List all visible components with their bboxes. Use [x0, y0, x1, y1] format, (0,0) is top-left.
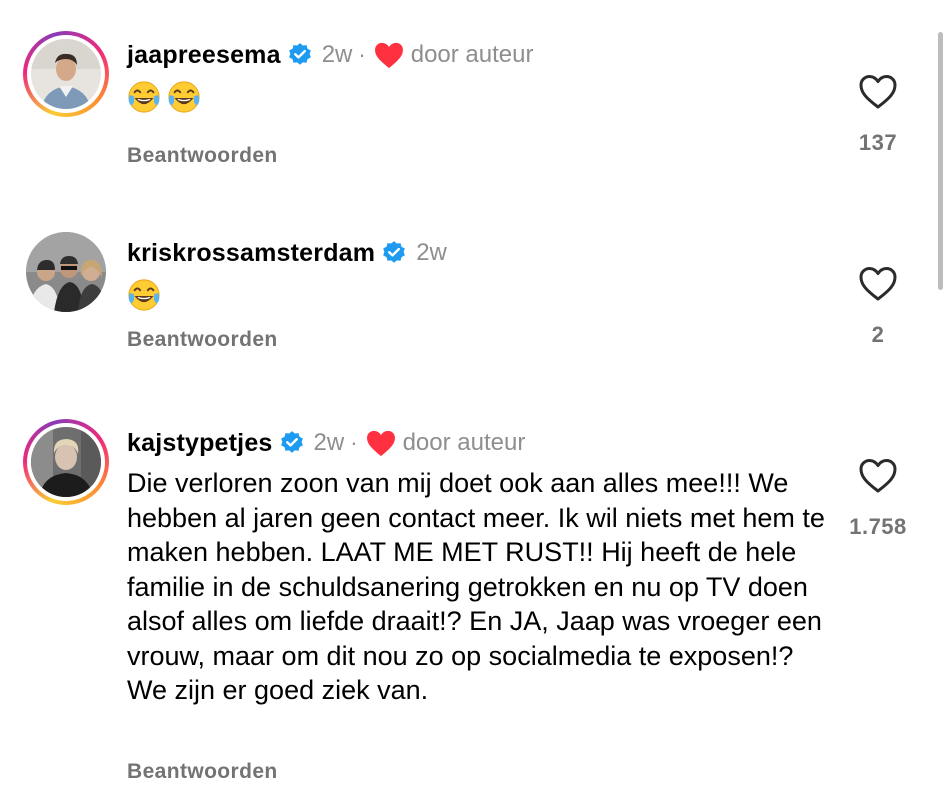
- like-count: 137: [858, 130, 898, 155]
- verified-badge-icon: [280, 431, 303, 453]
- comment-text: Die verloren zoon van mij doet ook aan a…: [127, 468, 825, 705]
- like-control: 1.758: [818, 458, 938, 540]
- liked-by-author-label: door auteur: [402, 429, 526, 456]
- comment-time: 2w: [416, 239, 447, 266]
- heart-outline-icon[interactable]: [858, 458, 898, 494]
- like-control: 2: [818, 266, 938, 348]
- face-with-tears-of-joy-icon: [168, 81, 200, 113]
- separator: ·: [358, 42, 366, 67]
- story-ring: [23, 31, 109, 117]
- verified-badge-icon: [383, 241, 406, 263]
- separator: ·: [350, 430, 358, 455]
- like-count: 1.758: [849, 514, 907, 539]
- reply-button[interactable]: Beantwoorden: [127, 144, 278, 168]
- avatar[interactable]: [23, 229, 109, 315]
- comment-emoji: [127, 80, 201, 114]
- comment-header: kriskrossamsterdam 2w: [127, 236, 447, 270]
- avatar-image: [31, 427, 101, 497]
- verified-badge-icon: [288, 43, 311, 65]
- comment-header: jaapreesema 2w · door auteur: [127, 38, 533, 72]
- reply-button[interactable]: Beantwoorden: [127, 760, 278, 784]
- avatar-image: [31, 39, 101, 109]
- face-with-tears-of-joy-icon: [128, 279, 160, 311]
- avatar[interactable]: [23, 31, 109, 117]
- like-control: 137: [818, 74, 938, 156]
- face-with-tears-of-joy-icon: [128, 81, 160, 113]
- avatar-image: [26, 232, 106, 312]
- username[interactable]: kajstypetjes: [127, 429, 273, 458]
- heart-filled-icon: [374, 42, 403, 68]
- comment-time: 2w: [321, 41, 353, 68]
- comment-header: kajstypetjes 2w · door auteur: [127, 426, 525, 460]
- username[interactable]: jaapreesema: [127, 41, 281, 70]
- heart-outline-icon[interactable]: [858, 266, 898, 302]
- scrollbar[interactable]: [938, 32, 943, 290]
- reply-button[interactable]: Beantwoorden: [127, 328, 278, 352]
- comment-emoji: [127, 278, 161, 312]
- avatar[interactable]: [23, 419, 109, 505]
- heart-filled-icon: [366, 430, 395, 456]
- comments-panel: jaapreesema 2w · door auteur Beantwoorde…: [0, 0, 946, 798]
- username[interactable]: kriskrossamsterdam: [127, 239, 375, 268]
- heart-outline-icon[interactable]: [858, 74, 898, 110]
- story-ring: [23, 419, 109, 505]
- liked-by-author-label: door auteur: [410, 41, 534, 68]
- like-count: 2: [871, 322, 885, 347]
- comment-time: 2w: [313, 429, 345, 456]
